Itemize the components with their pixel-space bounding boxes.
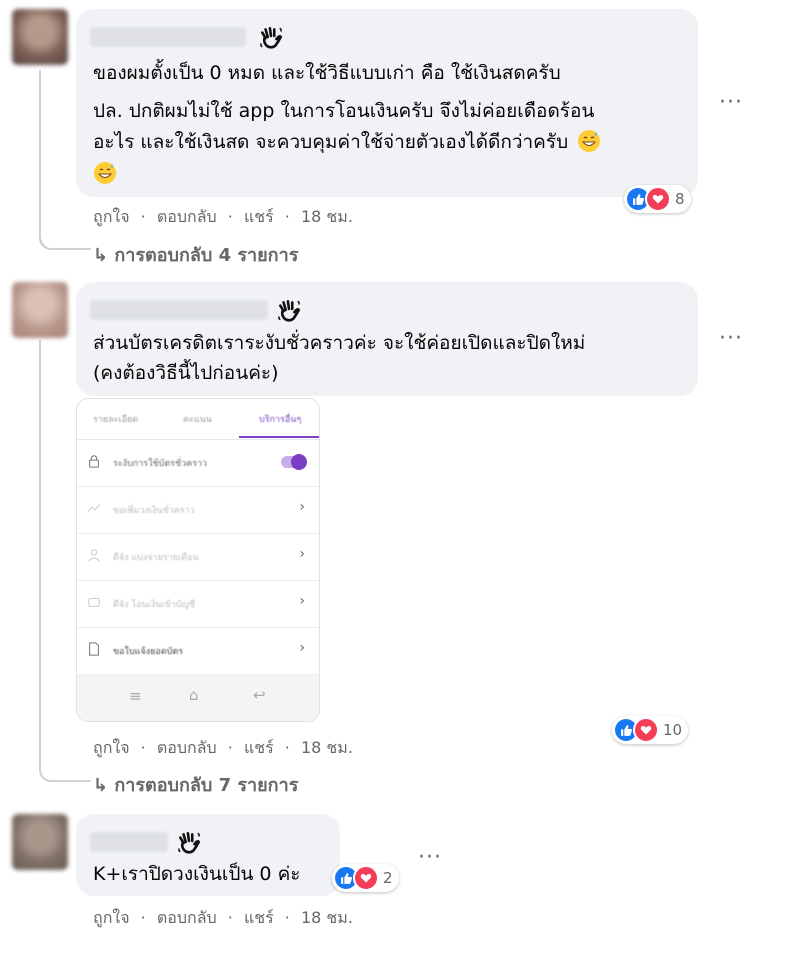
reaction-summary[interactable]: 8 [624,185,691,213]
more-options-button[interactable]: ··· [418,845,442,870]
comment-text-line: อะไร และใช้เงินสด จะควบคุมค่าใช้จ่ายตัวเ… [93,131,569,153]
comment-text-line: (คงต้องวิธีนี้ไปก่อนค่ะ) [93,362,279,384]
transfer-icon [88,597,100,607]
reaction-count: 2 [383,869,393,887]
image-tab: รายละเอียด [93,415,139,425]
reaction-summary[interactable]: 2 [332,864,399,892]
reply-button[interactable]: ตอบกลับ [157,207,217,226]
more-options-button[interactable]: ··· [719,326,743,351]
view-replies-link[interactable]: ↳ การตอบกลับ 7 รายการ [93,770,298,799]
commenter-name-redacted[interactable] [90,832,168,852]
reply-button[interactable]: ตอบกลับ [157,908,217,927]
timestamp[interactable]: 18 ชม. [301,207,353,226]
image-nav-bar: ≡ ⌂ ↩ [77,675,319,721]
image-row: ดีจัง โอนเงินเข้าบัญชี › [77,581,319,628]
back-icon: ↩ [253,686,266,704]
comment-text-line: ปล. ปกติผมไม่ใช้ app ในการโอนเงินครับ จึ… [93,100,595,122]
timestamp[interactable]: 18 ชม. [301,738,353,757]
grin-sweat-emoji [578,130,601,152]
separator: · [284,207,290,226]
document-icon [89,642,99,656]
menu-icon: ≡ [129,687,142,705]
separator: · [227,908,233,927]
chevron-right-icon: › [299,640,305,656]
separator: · [284,908,290,927]
commenter-name-redacted[interactable] [90,300,268,320]
separator: · [227,738,233,757]
chevron-right-icon: › [299,546,305,562]
reaction-count: 10 [663,721,683,739]
reaction-summary[interactable]: 10 [612,716,689,744]
share-button[interactable]: แชร์ [244,908,274,927]
lock-icon [89,455,99,468]
separator: · [227,207,233,226]
attached-image[interactable]: รายละเอียด คะแนน บริการอื่นๆ ระงับการใช้… [76,398,320,722]
image-tab-bar: รายละเอียด คะแนน บริการอื่นๆ [77,399,319,440]
wave-hand-icon [278,300,301,322]
avatar[interactable] [12,9,68,65]
separator: · [140,207,146,226]
image-tab: คะแนน [183,415,212,425]
image-row: ดีจัง แบ่งจ่ายรายเดือน › [77,534,319,581]
comment-actions: ถูกใจ · ตอบกลับ · แชร์ · 18 ชม. [93,906,353,931]
chevron-right-icon: › [299,593,305,609]
toggle-switch [281,454,307,470]
comment-actions: ถูกใจ · ตอบกลับ · แชร์ · 18 ชม. [93,736,353,761]
avatar[interactable] [12,814,68,870]
comment-text-line: ของผมตั้งเป็น 0 หมด และใช้วิธีแบบเก่า คื… [93,62,561,84]
wave-hand-icon [260,27,283,49]
image-row: ขอใบแจ้งยอดบัตร › [77,628,319,675]
active-tab-underline [239,436,319,438]
share-button[interactable]: แชร์ [244,207,274,226]
home-icon: ⌂ [189,686,199,704]
comment-text-line: K+เราปิดวงเงินเป็น 0 ค่ะ [93,863,301,885]
view-replies-link[interactable]: ↳ การตอบกลับ 4 รายการ [93,240,298,269]
image-row: ขอเพิ่มวงเงินชั่วคราว › [77,487,319,534]
wave-hand-icon [178,832,201,854]
love-reaction-icon [645,186,671,212]
more-options-button[interactable]: ··· [719,90,743,115]
share-button[interactable]: แชร์ [244,738,274,757]
comment-actions: ถูกใจ · ตอบกลับ · แชร์ · 18 ชม. [93,205,353,230]
comment-text-line: ส่วนบัตรเครดิตเราระงับชั่วคราวค่ะ จะใช้ค… [93,332,586,354]
chevron-right-icon: › [299,499,305,515]
like-button[interactable]: ถูกใจ [93,207,130,226]
trend-icon [87,504,101,512]
separator: · [140,738,146,757]
reply-button[interactable]: ตอบกลับ [157,738,217,757]
grin-sweat-emoji [94,162,116,184]
reaction-count: 8 [675,190,685,208]
avatar[interactable] [12,282,68,338]
like-button[interactable]: ถูกใจ [93,738,130,757]
love-reaction-icon [633,717,659,743]
image-row: ระงับการใช้บัตรชั่วคราว [77,440,319,487]
separator: · [284,738,290,757]
love-reaction-icon [353,865,379,891]
like-button[interactable]: ถูกใจ [93,908,130,927]
thread-line-1-branch [39,200,91,250]
separator: · [140,908,146,927]
commenter-name-redacted[interactable] [90,27,246,47]
person-icon [88,549,100,562]
timestamp[interactable]: 18 ชม. [301,908,353,927]
comment-text-line-with-emoji: อะไร และใช้เงินสด จะควบคุมค่าใช้จ่ายตัวเ… [93,125,601,159]
image-tab-active: บริการอื่นๆ [259,415,302,425]
